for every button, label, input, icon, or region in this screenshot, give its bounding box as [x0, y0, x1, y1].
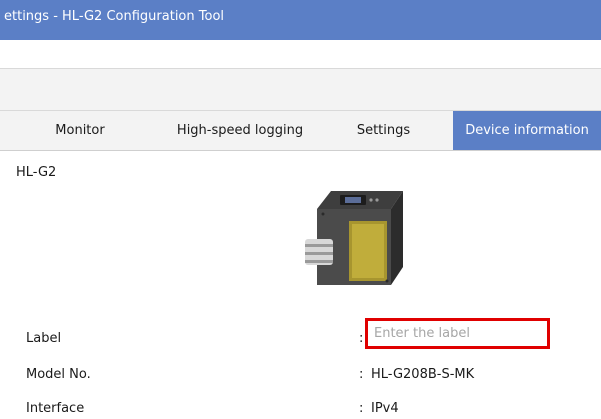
device-information-panel: HL-G2 Label : Model No. : HL-G208B-S-MK …	[0, 151, 601, 419]
interface-label: Interface	[26, 401, 85, 416]
window-titlebar: ettings - HL-G2 Configuration Tool	[0, 0, 601, 40]
model-number-label: Model No.	[26, 367, 91, 382]
label-field-label: Label	[26, 331, 62, 346]
tab-device-information[interactable]: Device information	[453, 111, 601, 150]
toolbar-area	[0, 40, 601, 69]
tab-high-speed-logging[interactable]: High-speed logging	[160, 111, 320, 150]
tab-monitor[interactable]: Monitor	[0, 111, 160, 150]
tab-settings[interactable]: Settings	[320, 111, 447, 150]
interface-value: IPv4	[371, 401, 399, 416]
laser-sensor-icon	[305, 191, 403, 285]
model-number-value: HL-G208B-S-MK	[371, 367, 475, 382]
interface-colon: :	[359, 401, 364, 416]
ribbon-area	[0, 69, 601, 111]
label-field-colon: :	[359, 331, 364, 346]
model-number-colon: :	[359, 367, 364, 382]
window-title: ettings - HL-G2 Configuration Tool	[4, 9, 225, 24]
device-name: HL-G2	[16, 165, 57, 180]
label-input[interactable]	[365, 318, 550, 349]
tab-bar: Monitor High-speed logging Settings Devi…	[0, 111, 601, 151]
